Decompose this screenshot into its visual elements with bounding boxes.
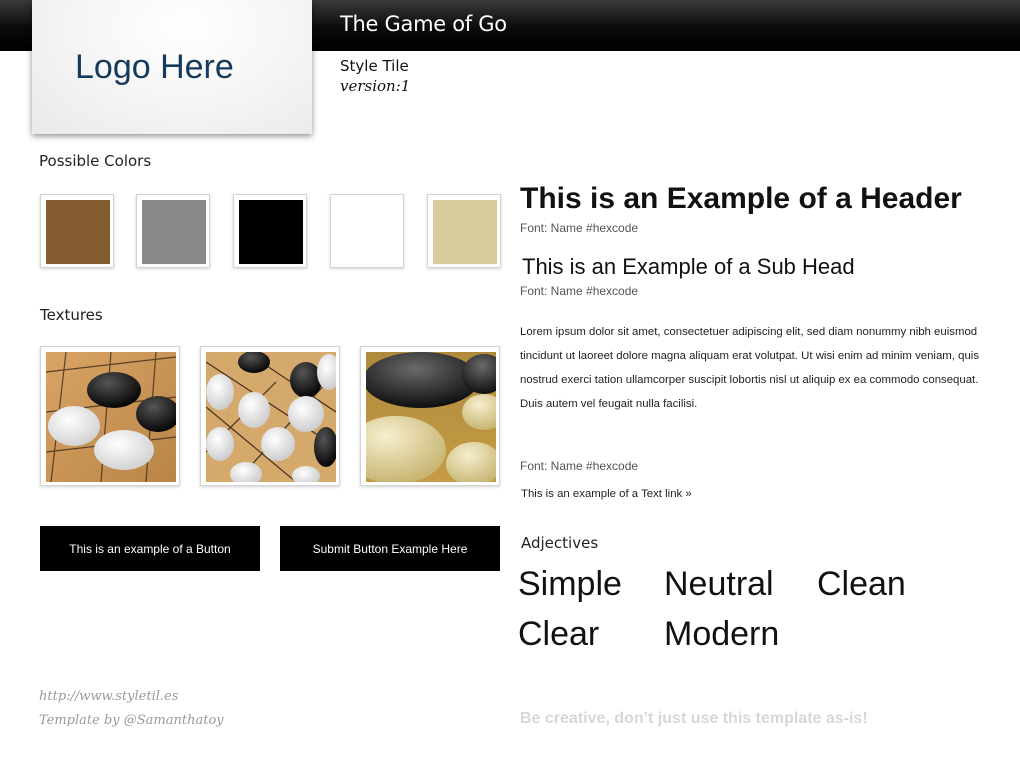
- colors-heading: Possible Colors: [39, 152, 152, 170]
- template-credit: Template by @Samanthatoy: [39, 713, 224, 728]
- adjectives-heading: Adjectives: [521, 534, 599, 552]
- texture-image-2: [200, 346, 340, 486]
- example-header: This is an Example of a Header: [520, 182, 962, 215]
- styletiles-url[interactable]: http://www.styletil.es: [39, 689, 178, 704]
- adjective-word: Modern: [664, 615, 780, 653]
- color-swatch-black: [233, 194, 307, 268]
- color-swatch-tan: [427, 194, 501, 268]
- header-font-note: Font: Name #hexcode: [520, 221, 639, 235]
- texture-image-1: [40, 346, 180, 486]
- texture-image-3: [360, 346, 500, 486]
- swatch-fill: [46, 200, 110, 264]
- swatch-fill: [336, 200, 400, 264]
- body-paragraph: Lorem ipsum dolor sit amet, consectetuer…: [520, 326, 980, 410]
- link-font-note: Font: Name #hexcode: [520, 459, 639, 473]
- subhead-font-note: Font: Name #hexcode: [520, 284, 639, 298]
- swatch-fill: [433, 200, 497, 264]
- version-label: version:1: [340, 77, 411, 95]
- textures-heading: Textures: [40, 306, 103, 324]
- adjective-word: Simple: [518, 565, 622, 603]
- submit-button[interactable]: Submit Button Example Here: [280, 526, 500, 571]
- example-subhead: This is an Example of a Sub Head: [522, 254, 855, 279]
- logo-box: Logo Here: [32, 0, 312, 134]
- example-text-link[interactable]: This is an example of a Text link »: [521, 488, 692, 500]
- color-swatch-gray: [136, 194, 210, 268]
- adjective-word: Clean: [817, 565, 906, 603]
- site-title: The Game of Go: [340, 12, 507, 36]
- swatch-fill: [239, 200, 303, 264]
- color-swatch-white: [330, 194, 404, 268]
- go-board-photo-2: [206, 352, 336, 482]
- go-board-photo-1: [46, 352, 176, 482]
- adjective-word: Clear: [518, 615, 600, 653]
- example-button[interactable]: This is an example of a Button: [40, 526, 260, 571]
- tagline: Be creative, don’t just use this templat…: [520, 710, 868, 727]
- adjective-word: Neutral: [664, 565, 774, 603]
- go-board-photo-3: [366, 352, 496, 482]
- style-tile-label: Style Tile: [340, 57, 409, 75]
- logo-text: Logo Here: [75, 48, 234, 86]
- color-swatch-brown: [40, 194, 114, 268]
- swatch-fill: [142, 200, 206, 264]
